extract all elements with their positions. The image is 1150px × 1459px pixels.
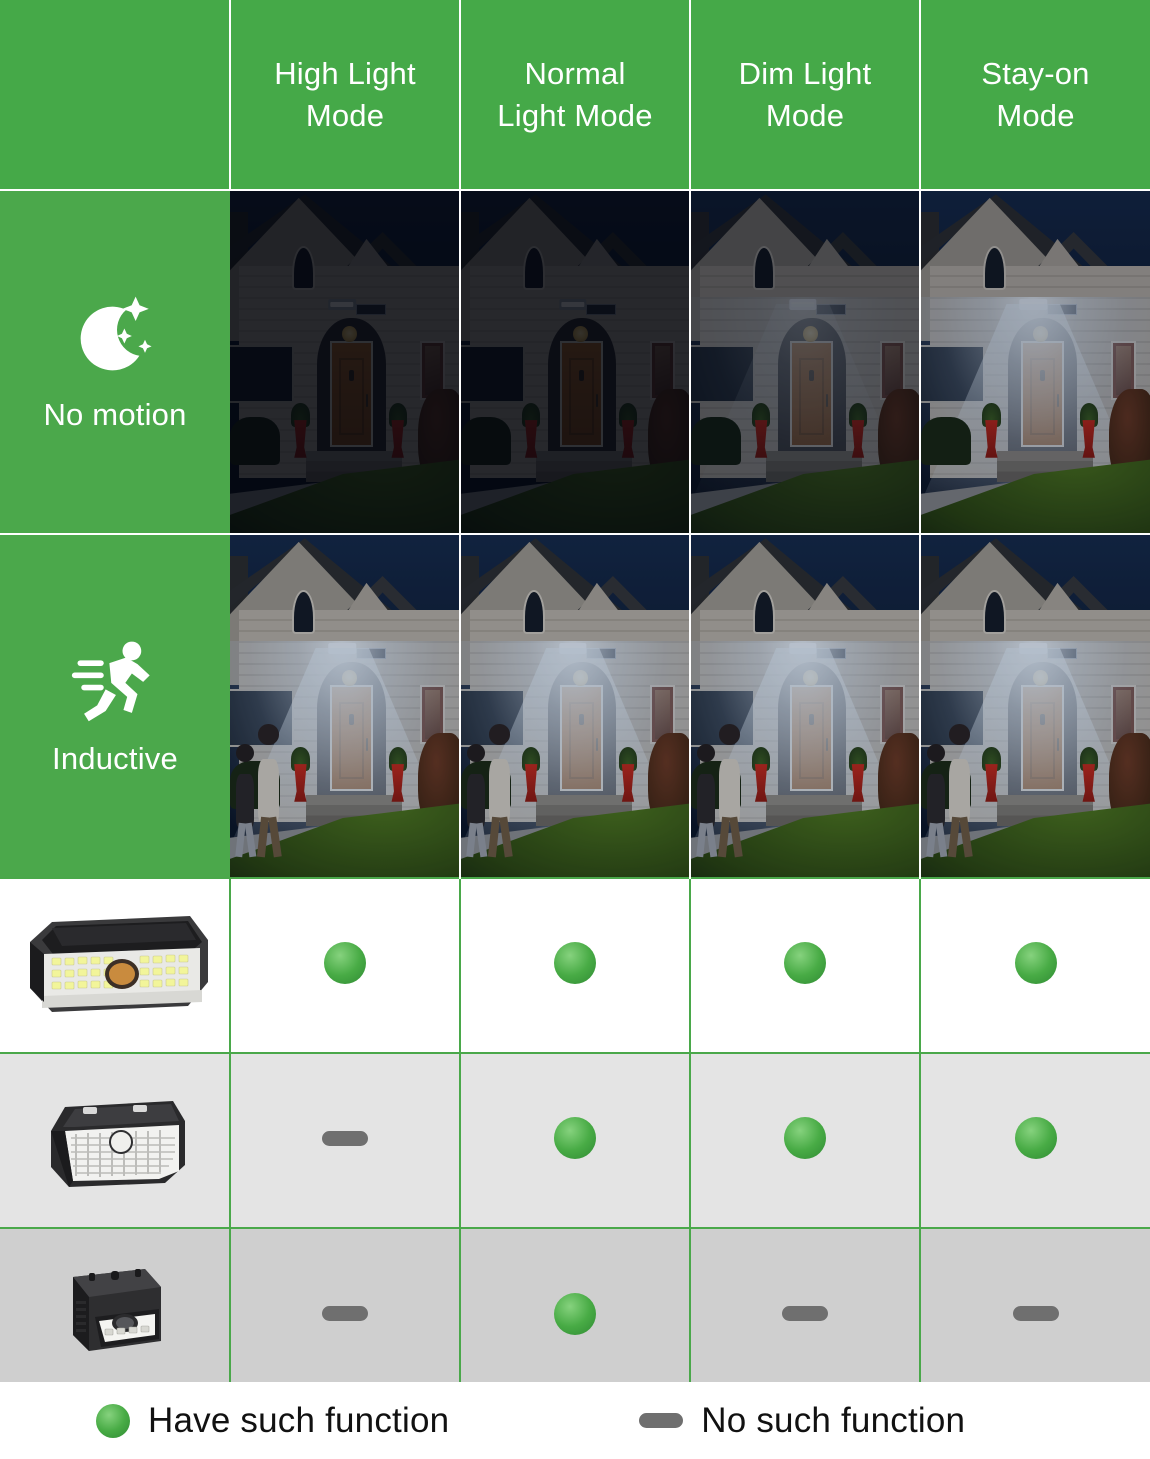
scene-cell-no-motion-normal (460, 189, 691, 534)
no-function-marker (322, 1130, 368, 1146)
support-cell (689, 1227, 920, 1403)
led-fixture-icon (328, 298, 356, 311)
header-mode-stay-on: Stay-on Mode (920, 0, 1150, 190)
header-corner-cell (0, 0, 231, 190)
have-function-marker (554, 942, 596, 984)
scene-cell-no-motion-dim (690, 189, 921, 534)
have-function-marker (784, 1117, 826, 1159)
support-cell (919, 877, 1150, 1053)
compact-solar-led-flood-light-icon (50, 1100, 185, 1187)
moon-stars-icon (80, 296, 152, 371)
support-cell (229, 1052, 460, 1228)
support-cell (459, 1227, 690, 1403)
no-function-marker (1012, 1306, 1059, 1321)
people-silhouettes (693, 713, 761, 857)
scenario-label-cell-inductive: Inductive (0, 533, 230, 878)
mode-comparison-table: High Light Mode Normal Light Mode Dim Ligh… (0, 0, 1150, 1403)
people-silhouettes (232, 713, 301, 857)
people-silhouettes (463, 713, 531, 857)
table-header-row: High Light Mode Normal Light Mode Dim Ligh… (0, 0, 1150, 190)
people-silhouettes (923, 713, 992, 857)
support-cell (689, 1052, 920, 1228)
scene-cell-no-motion-high (230, 189, 461, 534)
have-function-marker (554, 1292, 596, 1335)
product-image-cell (0, 1052, 230, 1228)
led-fixture-icon (1019, 298, 1047, 311)
support-cell (459, 877, 690, 1053)
have-function-marker (1014, 942, 1057, 984)
product-row-compact-solar-led-flood-light (0, 1052, 1150, 1228)
header-mode-high-light: High Light Mode (230, 0, 461, 190)
scenario-row-no-motion: No motion (0, 189, 1150, 534)
scene-cell-inductive-stayon (920, 533, 1150, 878)
led-fixture-icon (559, 298, 587, 311)
scenario-row-inductive: Inductive (0, 533, 1150, 878)
led-fixture-icon (328, 642, 356, 655)
header-mode-label: Normal Light Mode (497, 56, 653, 133)
legend-item-no-function: No such function (639, 1401, 965, 1441)
legend: Have such function No such function (0, 1382, 1150, 1459)
led-fixture-icon (559, 642, 587, 655)
have-function-marker (554, 1117, 596, 1159)
header-mode-dim-light: Dim Light Mode (690, 0, 921, 190)
legend-label: No such function (701, 1400, 966, 1440)
header-mode-label: Stay-on Mode (981, 56, 1090, 133)
no-function-marker (322, 1306, 368, 1321)
running-person-icon (71, 641, 150, 722)
scene-cell-inductive-dim (690, 533, 921, 878)
no-function-marker (639, 1413, 684, 1428)
small-solar-motion-sensor-light-icon (72, 1269, 161, 1351)
support-cell (919, 1227, 1150, 1403)
have-function-marker (1014, 1117, 1057, 1159)
support-cell (689, 877, 920, 1053)
product-image-cell (0, 1227, 230, 1403)
support-cell (919, 1052, 1150, 1228)
product-row-small-solar-motion-sensor-light (0, 1227, 1150, 1403)
header-mode-label: Dim Light Mode (738, 56, 872, 133)
wide-solar-led-wall-light-icon (30, 915, 208, 1012)
scene-cell-no-motion-stayon (920, 189, 1150, 534)
have-function-marker (784, 942, 826, 984)
no-function-marker (782, 1306, 828, 1321)
scenario-label-cell-no-motion: No motion (0, 189, 230, 534)
led-fixture-icon (789, 642, 817, 655)
support-cell (229, 1227, 460, 1403)
comparison-sheet: High Light Mode Normal Light Mode Dim Ligh… (0, 0, 1150, 1459)
support-cell (459, 1052, 690, 1228)
scene-cell-inductive-high (230, 533, 461, 878)
have-function-marker (324, 942, 366, 984)
header-mode-normal-light: Normal Light Mode (460, 0, 691, 190)
product-image-cell (0, 877, 230, 1053)
led-fixture-icon (1019, 642, 1047, 655)
legend-label: Have such function (148, 1400, 450, 1440)
scenario-label: Inductive (52, 741, 178, 776)
scenario-label: No motion (43, 397, 187, 432)
led-fixture-icon (789, 298, 817, 311)
legend-item-have-function: Have such function (96, 1401, 449, 1441)
header-mode-label: High Light Mode (274, 56, 416, 133)
support-cell (229, 877, 460, 1053)
product-row-wide-solar-led-wall-light (0, 877, 1150, 1053)
have-function-marker (96, 1403, 130, 1438)
scene-cell-inductive-normal (460, 533, 691, 878)
